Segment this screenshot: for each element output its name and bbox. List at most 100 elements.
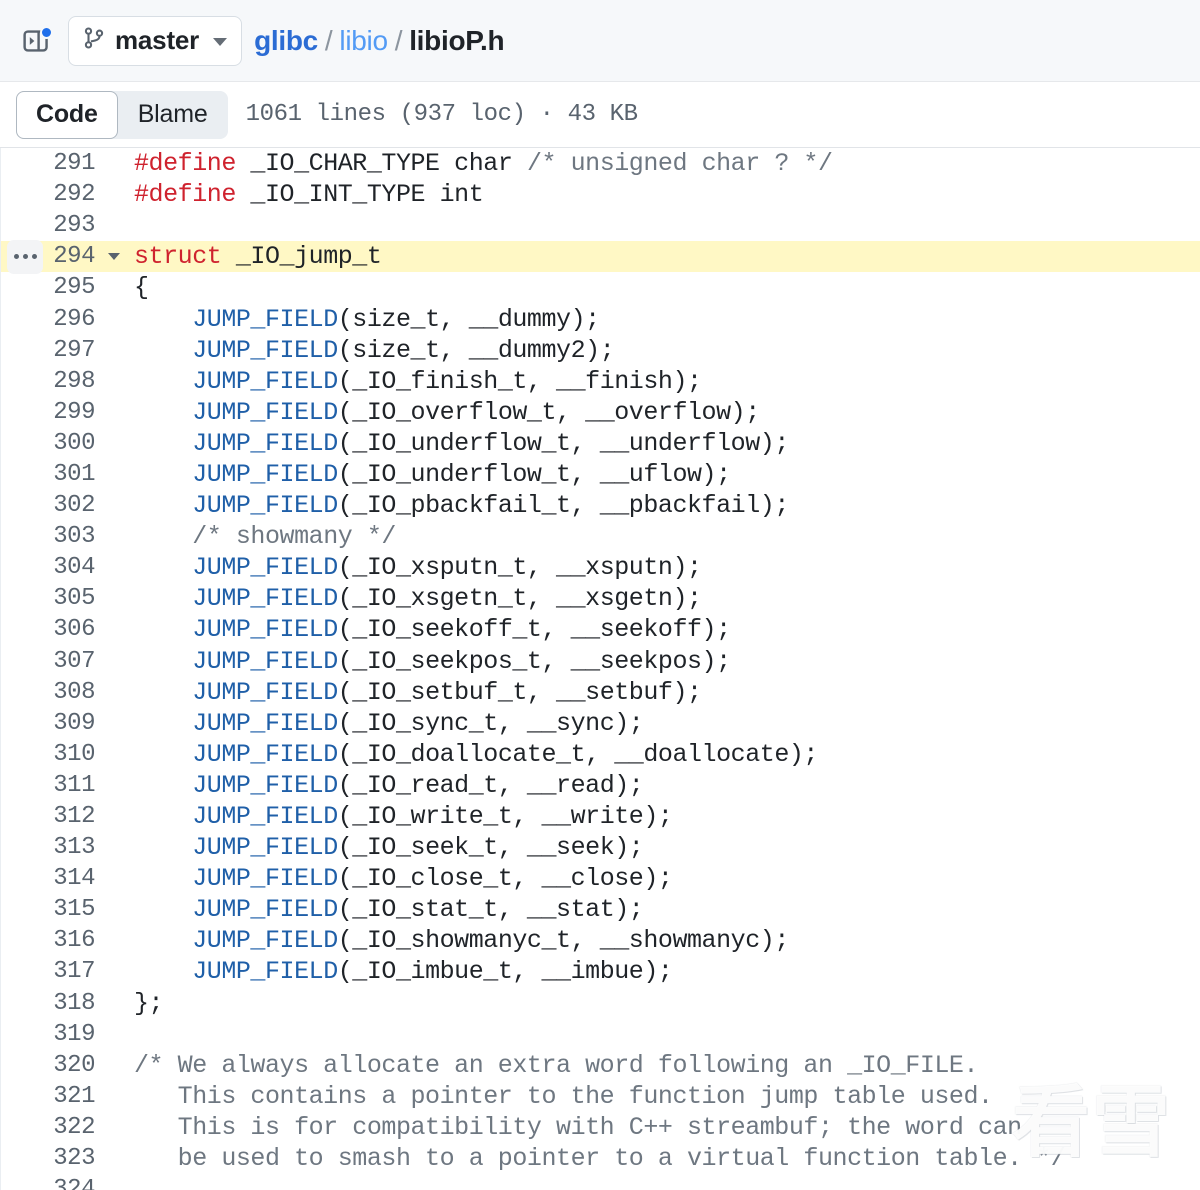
line-number[interactable]: 304: [1, 554, 97, 581]
code-token: JUMP_FIELD: [192, 926, 338, 956]
breadcrumb-repo-link[interactable]: glibc: [254, 25, 318, 57]
line-number[interactable]: 293: [1, 212, 97, 239]
code-token: (size_t, __dummy);: [337, 304, 600, 334]
code-line: 323 be used to smash to a pointer to a v…: [1, 1143, 1200, 1174]
code-line-content: JUMP_FIELD(_IO_seekoff_t, __seekoff);: [130, 614, 731, 645]
line-number[interactable]: 320: [1, 1052, 97, 1079]
chevron-down-icon: [107, 253, 120, 261]
sidebar-expand-button[interactable]: [16, 21, 56, 61]
code-token: JUMP_FIELD: [192, 677, 338, 707]
code-line: 301 JUMP_FIELD(_IO_underflow_t, __uflow)…: [1, 459, 1200, 490]
line-number[interactable]: 295: [1, 274, 97, 301]
code-token: (_IO_seekpos_t, __seekpos);: [337, 646, 731, 676]
line-number[interactable]: 292: [1, 181, 97, 208]
code-fold-toggle[interactable]: [97, 253, 130, 261]
code-token: _IO_INT_TYPE int: [235, 180, 484, 210]
code-line: 299 JUMP_FIELD(_IO_overflow_t, __overflo…: [1, 397, 1200, 428]
line-number[interactable]: 324: [1, 1176, 97, 1190]
line-number[interactable]: 322: [1, 1114, 97, 1141]
code-line: 309 JUMP_FIELD(_IO_sync_t, __sync);: [1, 708, 1200, 739]
line-number[interactable]: 312: [1, 803, 97, 830]
code-line: 307 JUMP_FIELD(_IO_seekpos_t, __seekpos)…: [1, 646, 1200, 677]
line-number[interactable]: 297: [1, 337, 97, 364]
code-line: 317 JUMP_FIELD(_IO_imbue_t, __imbue);: [1, 956, 1200, 987]
line-number[interactable]: 301: [1, 461, 97, 488]
code-token: #define: [134, 149, 236, 179]
code-line-content: JUMP_FIELD(_IO_xsgetn_t, __xsgetn);: [130, 583, 702, 614]
code-token: (_IO_finish_t, __finish);: [337, 366, 702, 396]
line-number[interactable]: 313: [1, 834, 97, 861]
line-number[interactable]: 309: [1, 710, 97, 737]
code-line-content: This contains a pointer to the function …: [130, 1081, 993, 1112]
code-line-content: JUMP_FIELD(_IO_underflow_t, __underflow)…: [130, 428, 789, 459]
line-number[interactable]: 302: [1, 492, 97, 519]
code-token: (_IO_xsputn_t, __xsputn);: [337, 553, 702, 583]
line-number[interactable]: 314: [1, 865, 97, 892]
code-token: (_IO_read_t, __read);: [337, 770, 644, 800]
code-token: This is for compatibility with C++ strea…: [134, 1112, 1022, 1142]
line-number[interactable]: 307: [1, 648, 97, 675]
code-line-content: JUMP_FIELD(size_t, __dummy);: [130, 304, 600, 335]
code-line: 295 {: [1, 272, 1200, 303]
code-token: JUMP_FIELD: [192, 646, 338, 676]
code-token: (_IO_seekoff_t, __seekoff);: [337, 615, 731, 645]
code-token: _IO_jump_t: [221, 242, 382, 272]
code-viewer[interactable]: 291 #define _IO_CHAR_TYPE char /* unsigne…: [0, 148, 1200, 1190]
code-line-content: {: [130, 272, 149, 303]
line-number[interactable]: 298: [1, 368, 97, 395]
file-header: master glibc / libio / libioP.h: [0, 0, 1200, 82]
line-number[interactable]: 319: [1, 1021, 97, 1048]
code-line-content: JUMP_FIELD(_IO_write_t, __write);: [130, 801, 673, 832]
line-number[interactable]: 306: [1, 616, 97, 643]
code-token: JUMP_FIELD: [192, 428, 338, 458]
code-line-content: JUMP_FIELD(_IO_imbue_t, __imbue);: [130, 956, 673, 987]
line-number[interactable]: 310: [1, 741, 97, 768]
code-line: 302 JUMP_FIELD(_IO_pbackfail_t, __pbackf…: [1, 490, 1200, 521]
line-number[interactable]: 318: [1, 990, 97, 1017]
line-number[interactable]: 323: [1, 1145, 97, 1172]
line-number[interactable]: 299: [1, 399, 97, 426]
line-number[interactable]: 308: [1, 679, 97, 706]
line-number[interactable]: 315: [1, 896, 97, 923]
tab-blame[interactable]: Blame: [118, 91, 228, 139]
line-number[interactable]: 296: [1, 306, 97, 333]
code-line: 306 JUMP_FIELD(_IO_seekoff_t, __seekoff)…: [1, 614, 1200, 645]
line-number[interactable]: 291: [1, 150, 97, 177]
line-number[interactable]: 300: [1, 430, 97, 457]
chevron-down-icon: [213, 38, 228, 46]
code-token: /* showmany */: [192, 522, 396, 552]
line-number[interactable]: 321: [1, 1083, 97, 1110]
line-number[interactable]: 317: [1, 958, 97, 985]
code-token: (_IO_showmanyc_t, __showmanyc);: [337, 926, 790, 956]
line-number[interactable]: 303: [1, 523, 97, 550]
line-number[interactable]: 305: [1, 585, 97, 612]
breadcrumb-directory-link[interactable]: libio: [339, 25, 388, 57]
line-number[interactable]: 311: [1, 772, 97, 799]
code-token: JUMP_FIELD: [192, 770, 338, 800]
line-number[interactable]: 316: [1, 927, 97, 954]
code-line-content: JUMP_FIELD(_IO_underflow_t, __uflow);: [130, 459, 731, 490]
code-token: JUMP_FIELD: [192, 615, 338, 645]
branch-selector[interactable]: master: [68, 15, 243, 66]
code-line-content: };: [130, 988, 164, 1019]
breadcrumb: glibc / libio / libioP.h: [254, 25, 505, 57]
code-line: 322 This is for compatibility with C++ s…: [1, 1112, 1200, 1143]
code-token: JUMP_FIELD: [192, 708, 338, 738]
tab-code[interactable]: Code: [16, 90, 118, 139]
code-token: JUMP_FIELD: [192, 304, 338, 334]
code-line-content: JUMP_FIELD(_IO_doallocate_t, __doallocat…: [130, 739, 818, 770]
code-token: (_IO_close_t, __close);: [337, 864, 673, 894]
line-actions-kebab-icon[interactable]: [7, 239, 43, 274]
code-token: JUMP_FIELD: [192, 491, 338, 521]
